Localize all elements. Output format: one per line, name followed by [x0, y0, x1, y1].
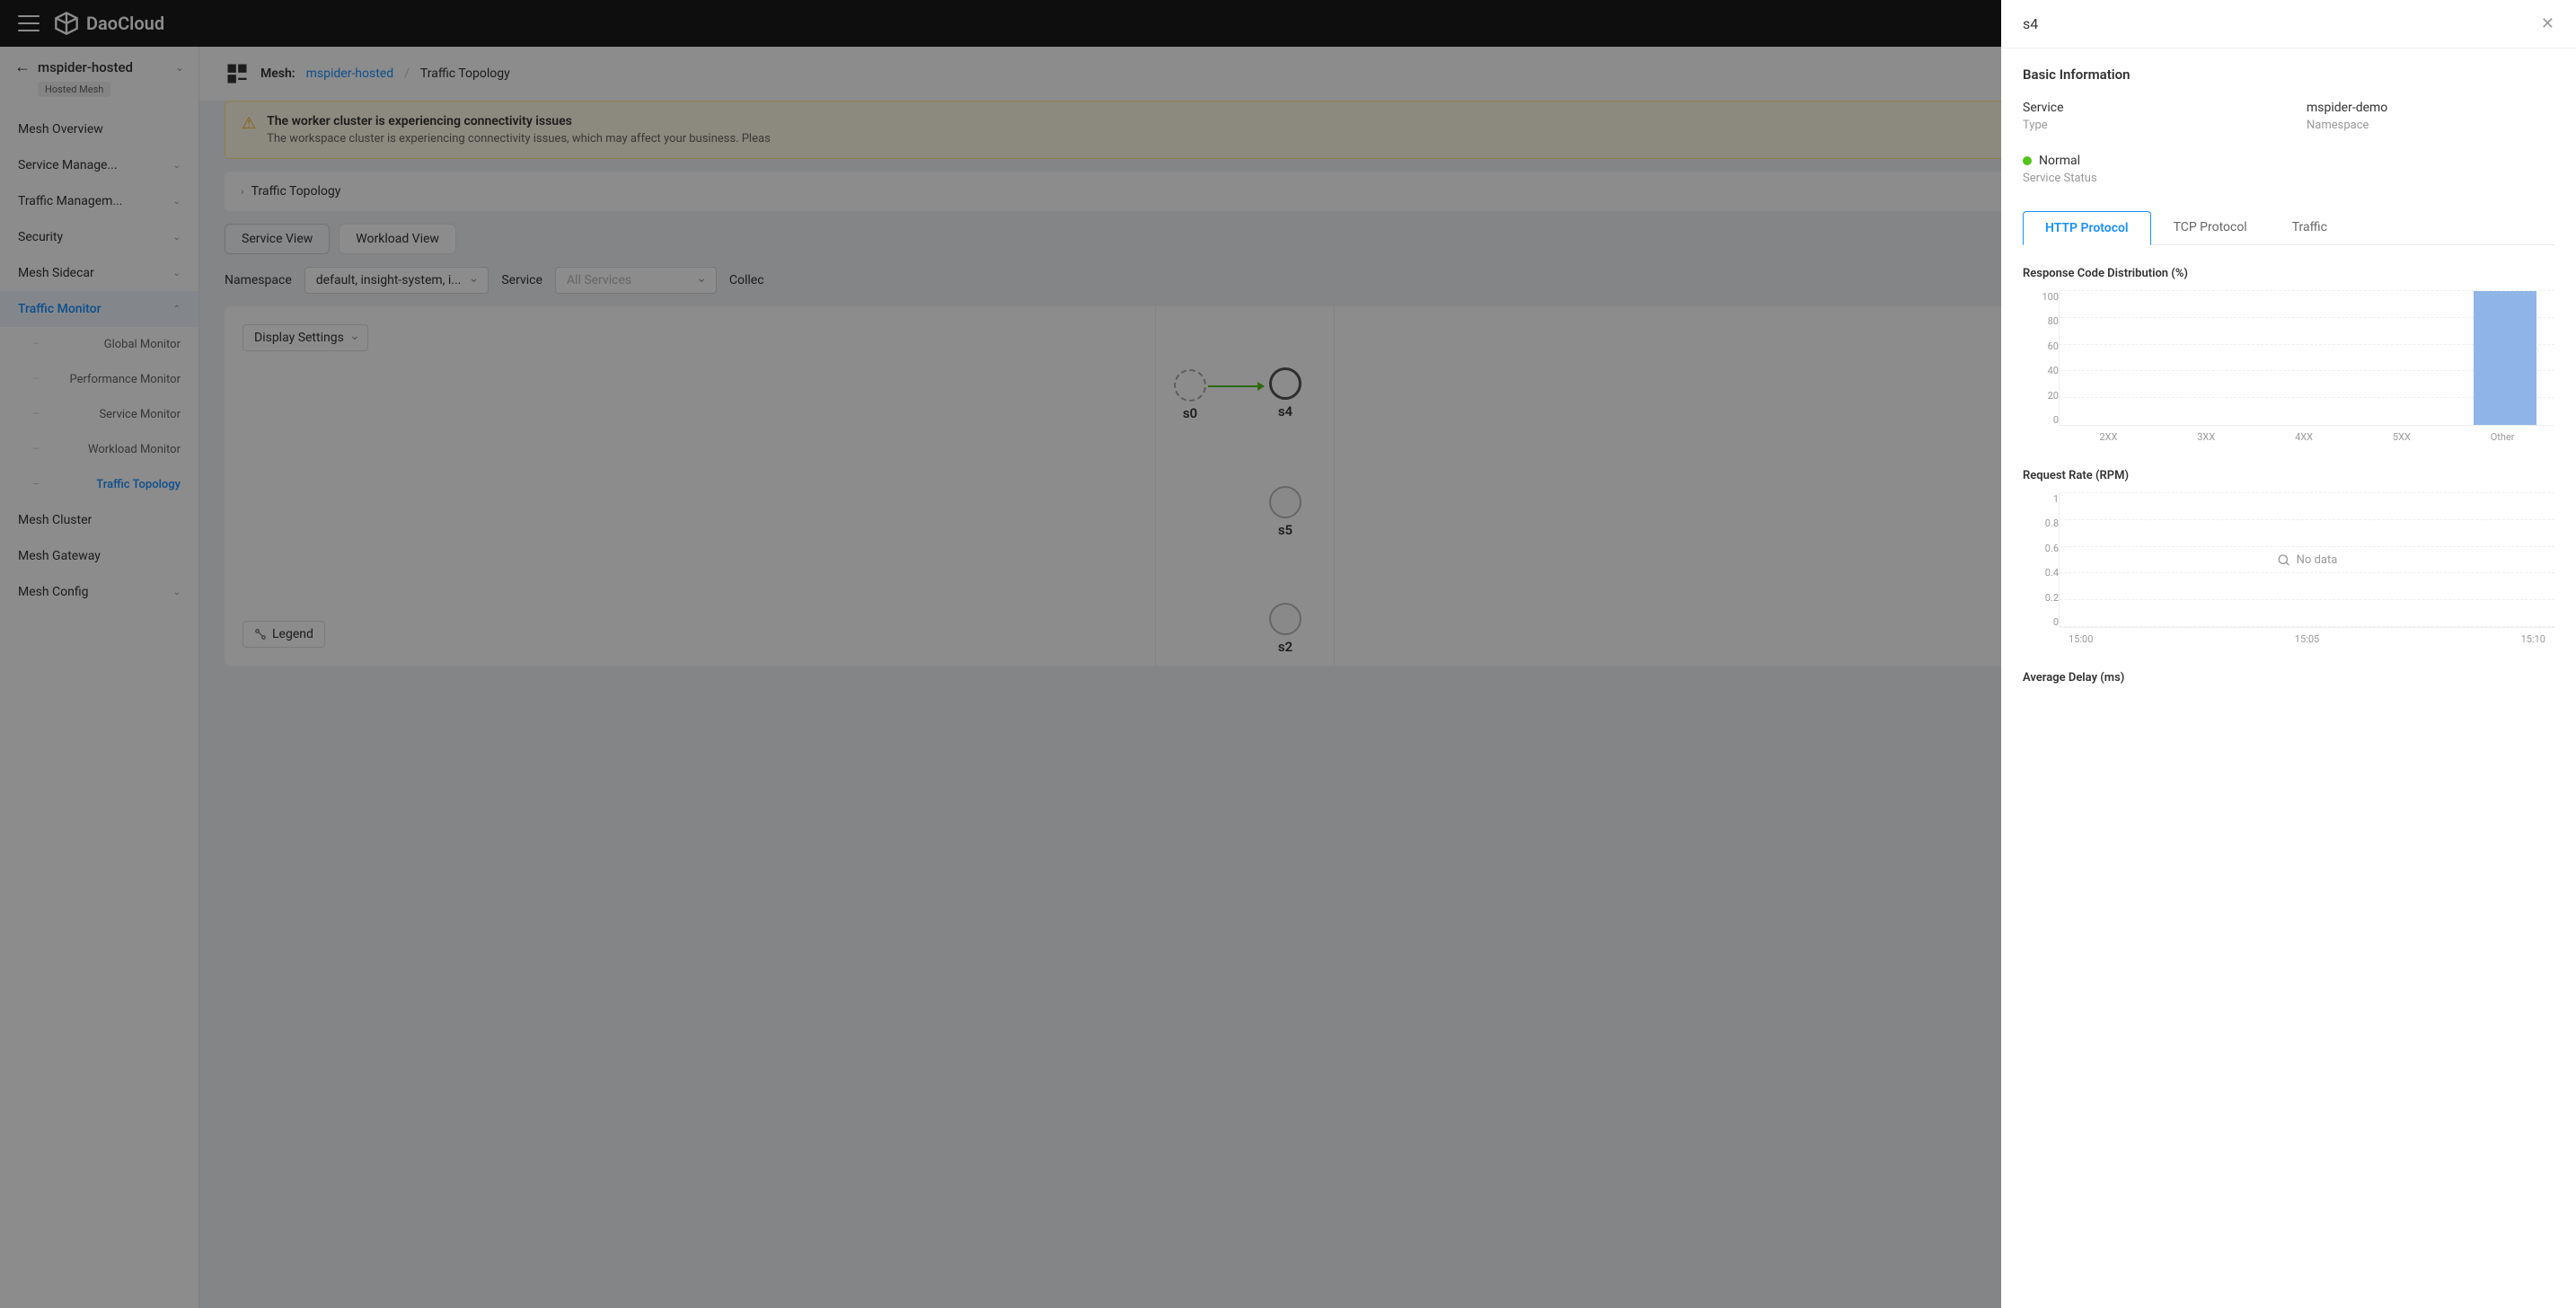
status-value: Normal [2039, 154, 2080, 168]
service-detail-drawer: s4 ✕ Basic Information Service Type mspi… [2001, 0, 2576, 1308]
average-delay-chart: Average Delay (ms) [2023, 671, 2554, 685]
tab-traffic[interactable]: Traffic [2270, 210, 2350, 244]
drawer-title: s4 [2023, 15, 2038, 32]
request-rate-chart: Request Rate (RPM) 10.80.60.40.20 No dat… [2023, 469, 2554, 646]
namespace-label: Namespace [2307, 119, 2554, 132]
status-dot-icon [2023, 156, 2032, 165]
tab-tcp-protocol[interactable]: TCP Protocol [2151, 210, 2270, 244]
service-value: Service [2023, 101, 2271, 115]
bar [2474, 291, 2536, 425]
basic-info-heading: Basic Information [2023, 66, 2554, 83]
response-code-chart: Response Code Distribution (%) 100806040… [2023, 267, 2554, 444]
search-icon [2277, 553, 2291, 568]
drawer-overlay[interactable]: s4 ✕ Basic Information Service Type mspi… [0, 0, 2576, 1308]
close-button[interactable]: ✕ [2541, 14, 2554, 33]
namespace-value: mspider-demo [2307, 101, 2554, 115]
no-data-message: No data [2277, 553, 2338, 568]
tab-http-protocol[interactable]: HTTP Protocol [2023, 211, 2151, 245]
status-label: Service Status [2023, 172, 2271, 185]
type-label: Type [2023, 119, 2271, 132]
